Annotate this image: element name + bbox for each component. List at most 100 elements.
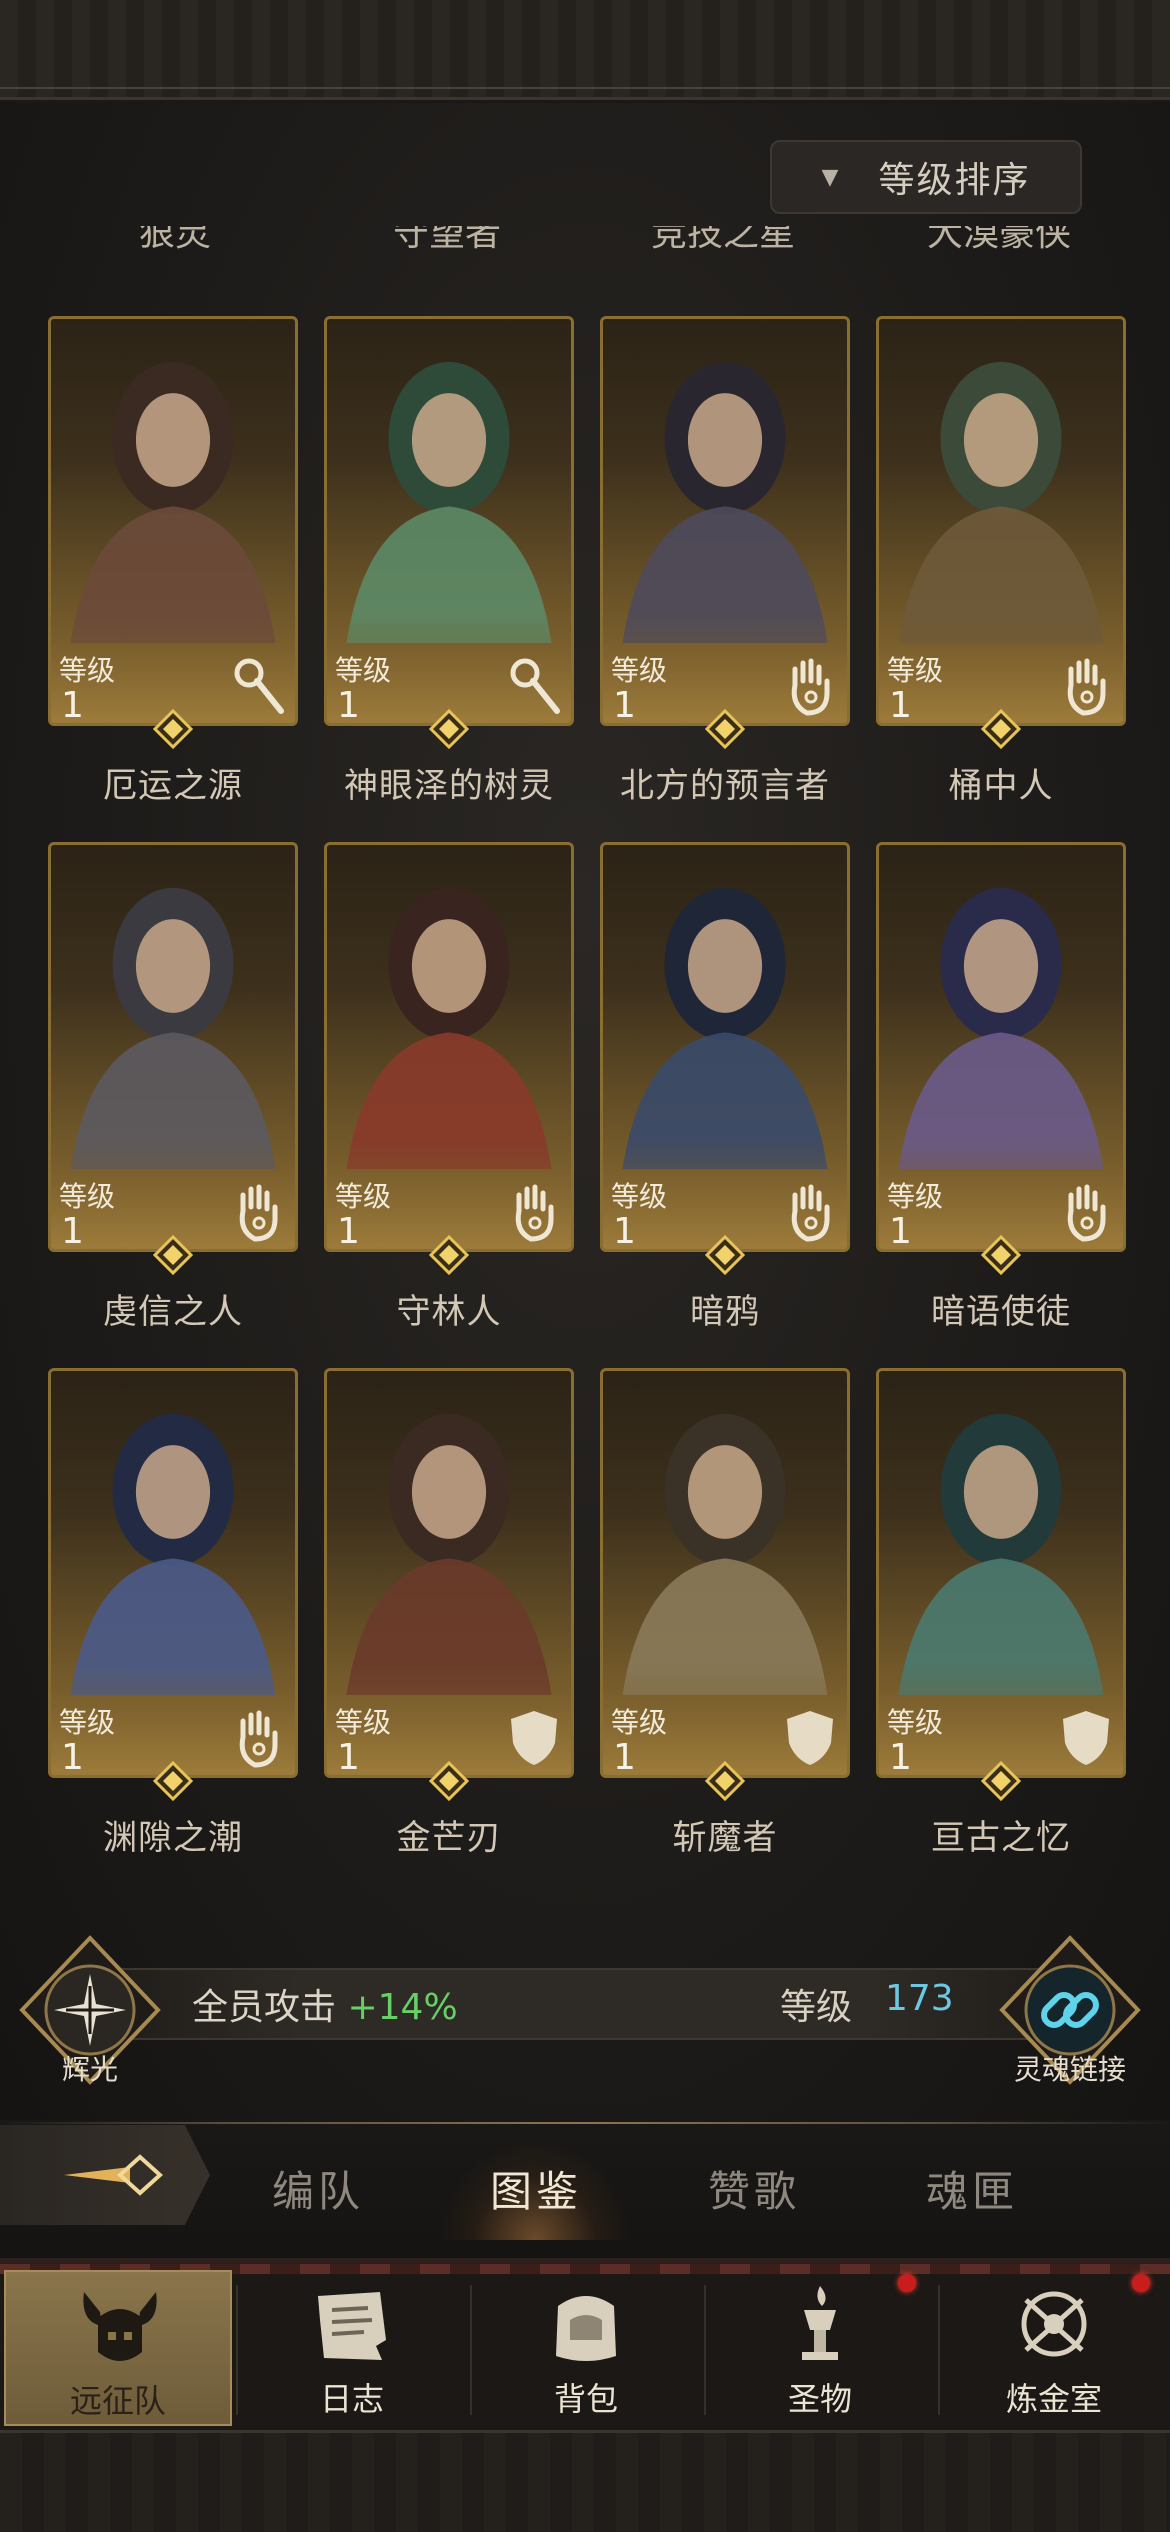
hand-icon [239, 1710, 278, 1768]
rarity-gem-icon [705, 709, 745, 749]
hero-name: 守林人 [396, 1292, 502, 1332]
nav-label: 炼金室 [1005, 2380, 1102, 2418]
rarity-gem-icon [153, 1235, 193, 1275]
hero-level-label: 等级 [335, 1706, 392, 1739]
hero-card-frame: 等级 1 [600, 842, 850, 1252]
rarity-gem-icon [981, 1761, 1021, 1801]
staff-icon [510, 658, 560, 714]
hero-name: 虔信之人 [103, 1292, 243, 1332]
hand-icon [239, 1184, 278, 1242]
shield-icon [787, 1711, 833, 1765]
hero-card[interactable]: 等级 1 神眼泽的树灵 [324, 316, 574, 806]
hero-level-label: 等级 [335, 654, 392, 687]
nav-label: 背包 [553, 2380, 618, 2418]
nav-journal[interactable]: 日志 [238, 2270, 466, 2426]
shield-icon [511, 1711, 557, 1765]
tab-formation[interactable]: 编队 [272, 2158, 364, 2219]
nav-expedition[interactable]: 远征队 [4, 2270, 232, 2426]
hand-icon [791, 658, 830, 716]
hero-name: 神眼泽的树灵 [344, 766, 554, 806]
tab-hymn[interactable]: 赞歌 [708, 2158, 800, 2219]
notification-badge [1132, 2274, 1150, 2292]
rarity-gem-icon [981, 1235, 1021, 1275]
cut-off-hero-name: 守望者 [392, 226, 501, 254]
sort-by-level-button[interactable]: ▼ 等级排序 [770, 140, 1082, 214]
hero-name: 北方的预言者 [620, 766, 830, 806]
horned-helmet-icon [83, 2292, 157, 2361]
nav-relics[interactable]: 圣物 [706, 2270, 934, 2426]
collection-bonus-bar: 辉光 全员攻击 +14% 等级 173 灵魂链接 [0, 1930, 1170, 2100]
hero-level-label: 等级 [887, 1180, 944, 1213]
hero-level-value: 1 [889, 685, 912, 726]
nav-alchemy-room[interactable]: 炼金室 [940, 2270, 1168, 2426]
hero-level-value: 1 [61, 1211, 84, 1252]
arrow-left-icon [64, 2154, 163, 2196]
back-button[interactable] [0, 2125, 210, 2225]
hero-name: 暗语使徒 [931, 1292, 1071, 1332]
soul-link-label: 灵魂链接 [1013, 2053, 1126, 2086]
hero-card[interactable]: 等级 1 虔信之人 [48, 842, 298, 1332]
hero-card[interactable]: 等级 1 金芒刃 [324, 1368, 574, 1858]
hero-card-frame: 等级 1 [48, 1368, 298, 1778]
cut-off-hero-name: 狠灵 [138, 226, 211, 254]
staff-icon [234, 658, 284, 714]
hand-icon [791, 1184, 830, 1242]
team-attack-bonus: 全员攻击 +14% [192, 1987, 458, 2028]
hero-level-label: 等级 [59, 1180, 116, 1213]
hero-card-frame: 等级 1 [600, 316, 850, 726]
sort-button-label: 等级排序 [878, 160, 1031, 201]
relic-icon [802, 2286, 838, 2360]
hero-card-frame: 等级 1 [876, 842, 1126, 1252]
alchemy-icon [1021, 2291, 1087, 2357]
hero-level-label: 等级 [335, 1180, 392, 1213]
hero-card-frame: 等级 1 [48, 316, 298, 726]
hero-level-label: 等级 [887, 1706, 944, 1739]
hero-name: 亘古之忆 [931, 1818, 1071, 1858]
hand-icon [515, 1184, 554, 1242]
rarity-gem-icon [429, 709, 469, 749]
tab-codex[interactable]: 图鉴 [490, 2158, 582, 2219]
nav-label: 圣物 [787, 2380, 852, 2418]
hero-name: 渊隙之潮 [103, 1818, 243, 1858]
hero-card-frame: 等级 1 [324, 316, 574, 726]
tab-soul-box[interactable]: 魂匣 [926, 2158, 1018, 2219]
hand-icon [1067, 658, 1106, 716]
cut-off-hero-name: 竞技之星 [650, 226, 795, 254]
rarity-gem-icon [429, 1235, 469, 1275]
hero-level-value: 1 [337, 685, 360, 726]
hand-icon [1067, 1184, 1106, 1242]
dropdown-triangle-icon: ▼ [821, 164, 839, 190]
rarity-gem-icon [705, 1235, 745, 1275]
bottom-ornament [0, 2430, 1170, 2532]
cut-off-hero-name: 大漠豪侠 [926, 226, 1071, 254]
hero-name: 金芒刃 [396, 1818, 502, 1858]
hero-name: 桶中人 [948, 766, 1054, 806]
hero-card[interactable]: 等级 1 暗鸦 [600, 842, 850, 1332]
hero-card-frame: 等级 1 [324, 1368, 574, 1778]
hero-level-label: 等级 [59, 654, 116, 687]
hero-card[interactable]: 等级 1 守林人 [324, 842, 574, 1332]
hero-card-frame: 等级 1 [876, 316, 1126, 726]
hero-name: 暗鸦 [690, 1292, 760, 1332]
rarity-gem-icon [153, 1761, 193, 1801]
nav-label: 远征队 [69, 2382, 166, 2420]
nav-label: 日志 [319, 2380, 384, 2418]
hero-level-label: 等级 [887, 654, 944, 687]
rarity-gem-icon [981, 709, 1021, 749]
hero-card[interactable]: 等级 1 暗语使徒 [876, 842, 1126, 1332]
hero-level-value: 1 [889, 1211, 912, 1252]
hero-card[interactable]: 等级 1 亘古之忆 [876, 1368, 1126, 1858]
hero-card-frame: 等级 1 [600, 1368, 850, 1778]
hero-level-value: 1 [337, 1211, 360, 1252]
rarity-gem-icon [705, 1761, 745, 1801]
scroll-icon [318, 2292, 386, 2360]
hero-card[interactable]: 等级 1 厄运之源 [48, 316, 298, 806]
hero-card[interactable]: 等级 1 北方的预言者 [600, 316, 850, 806]
hero-card[interactable]: 等级 1 桶中人 [876, 316, 1126, 806]
hero-level-value: 1 [613, 1737, 636, 1778]
nav-backpack[interactable]: 背包 [472, 2270, 700, 2426]
hero-card[interactable]: 等级 1 渊隙之潮 [48, 1368, 298, 1858]
hero-level-value: 1 [61, 685, 84, 726]
rarity-gem-icon [153, 709, 193, 749]
hero-card[interactable]: 等级 1 斩魔者 [600, 1368, 850, 1858]
